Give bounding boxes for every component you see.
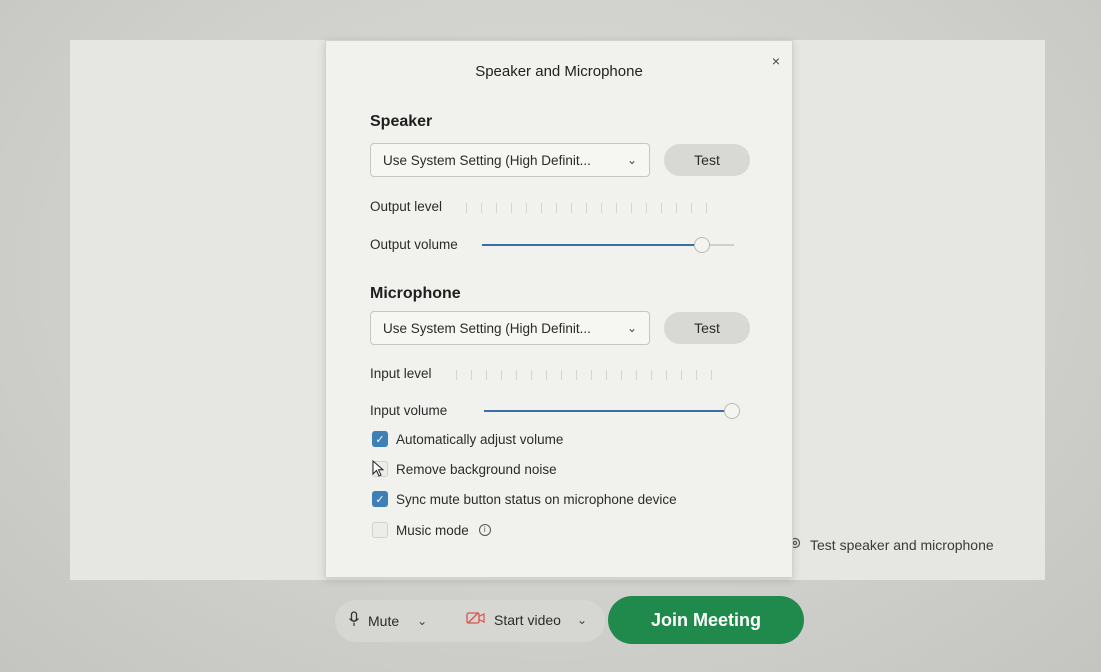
speaker-select-value: Use System Setting (High Definit... [383, 152, 591, 168]
option-music-mode[interactable]: Music mode i [372, 522, 491, 538]
info-icon[interactable]: i [478, 524, 491, 536]
output-level-label: Output level [370, 199, 443, 214]
close-icon[interactable]: × [772, 53, 780, 69]
output-volume-slider[interactable] [482, 237, 734, 253]
speaker-test-button[interactable]: Test [664, 144, 750, 176]
dialog-title: Speaker and Microphone [475, 63, 643, 80]
input-level-label: Input level [370, 366, 432, 381]
option-label: Remove background noise [396, 461, 557, 477]
chevron-down-icon[interactable]: ⌄ [417, 614, 427, 628]
microphone-select-value: Use System Setting (High Definit... [383, 320, 591, 336]
chevron-down-icon[interactable]: ⌄ [577, 613, 587, 627]
checkbox[interactable]: ✓ [372, 431, 388, 447]
option-auto-adjust[interactable]: ✓ Automatically adjust volume [372, 431, 563, 447]
speaker-select[interactable]: Use System Setting (High Definit... ⌄ [370, 143, 650, 177]
output-volume-thumb[interactable] [694, 237, 711, 253]
speaker-microphone-dialog: Speaker and Microphone × Speaker Use Sys… [325, 40, 793, 578]
chevron-down-icon: ⌄ [626, 321, 637, 335]
output-volume-label: Output volume [370, 237, 458, 252]
option-label: Automatically adjust volume [396, 431, 564, 447]
start-video-label: Start video [494, 611, 561, 628]
mute-button[interactable]: Mute ⌄ [348, 611, 427, 630]
test-link-label: Test speaker and microphone [810, 536, 994, 553]
video-off-icon [466, 611, 486, 628]
microphone-icon [348, 611, 360, 630]
input-volume-slider[interactable] [484, 403, 740, 419]
input-level-meter [456, 370, 712, 380]
chevron-down-icon: ⌄ [626, 153, 637, 167]
microphone-heading: Microphone [370, 285, 461, 302]
input-volume-label: Input volume [370, 403, 448, 418]
checkbox[interactable] [372, 522, 388, 538]
option-label: Sync mute button status on microphone de… [396, 491, 677, 507]
mute-label: Mute [368, 612, 400, 629]
start-video-button[interactable]: Start video ⌄ [466, 611, 587, 628]
option-remove-noise[interactable]: Remove background noise [372, 461, 557, 477]
input-volume-thumb[interactable] [724, 403, 740, 419]
microphone-select[interactable]: Use System Setting (High Definit... ⌄ [370, 311, 650, 345]
join-meeting-button[interactable]: Join Meeting [608, 596, 804, 644]
option-sync-mute[interactable]: ✓ Sync mute button status on microphone … [372, 491, 677, 507]
microphone-test-button[interactable]: Test [664, 312, 750, 344]
output-level-meter [466, 203, 707, 213]
mouse-pointer-icon [372, 460, 385, 477]
checkbox[interactable]: ✓ [372, 491, 388, 507]
test-speaker-mic-link[interactable]: Test speaker and microphone [788, 536, 994, 553]
speaker-heading: Speaker [370, 113, 433, 130]
option-label: Music mode [396, 522, 469, 538]
